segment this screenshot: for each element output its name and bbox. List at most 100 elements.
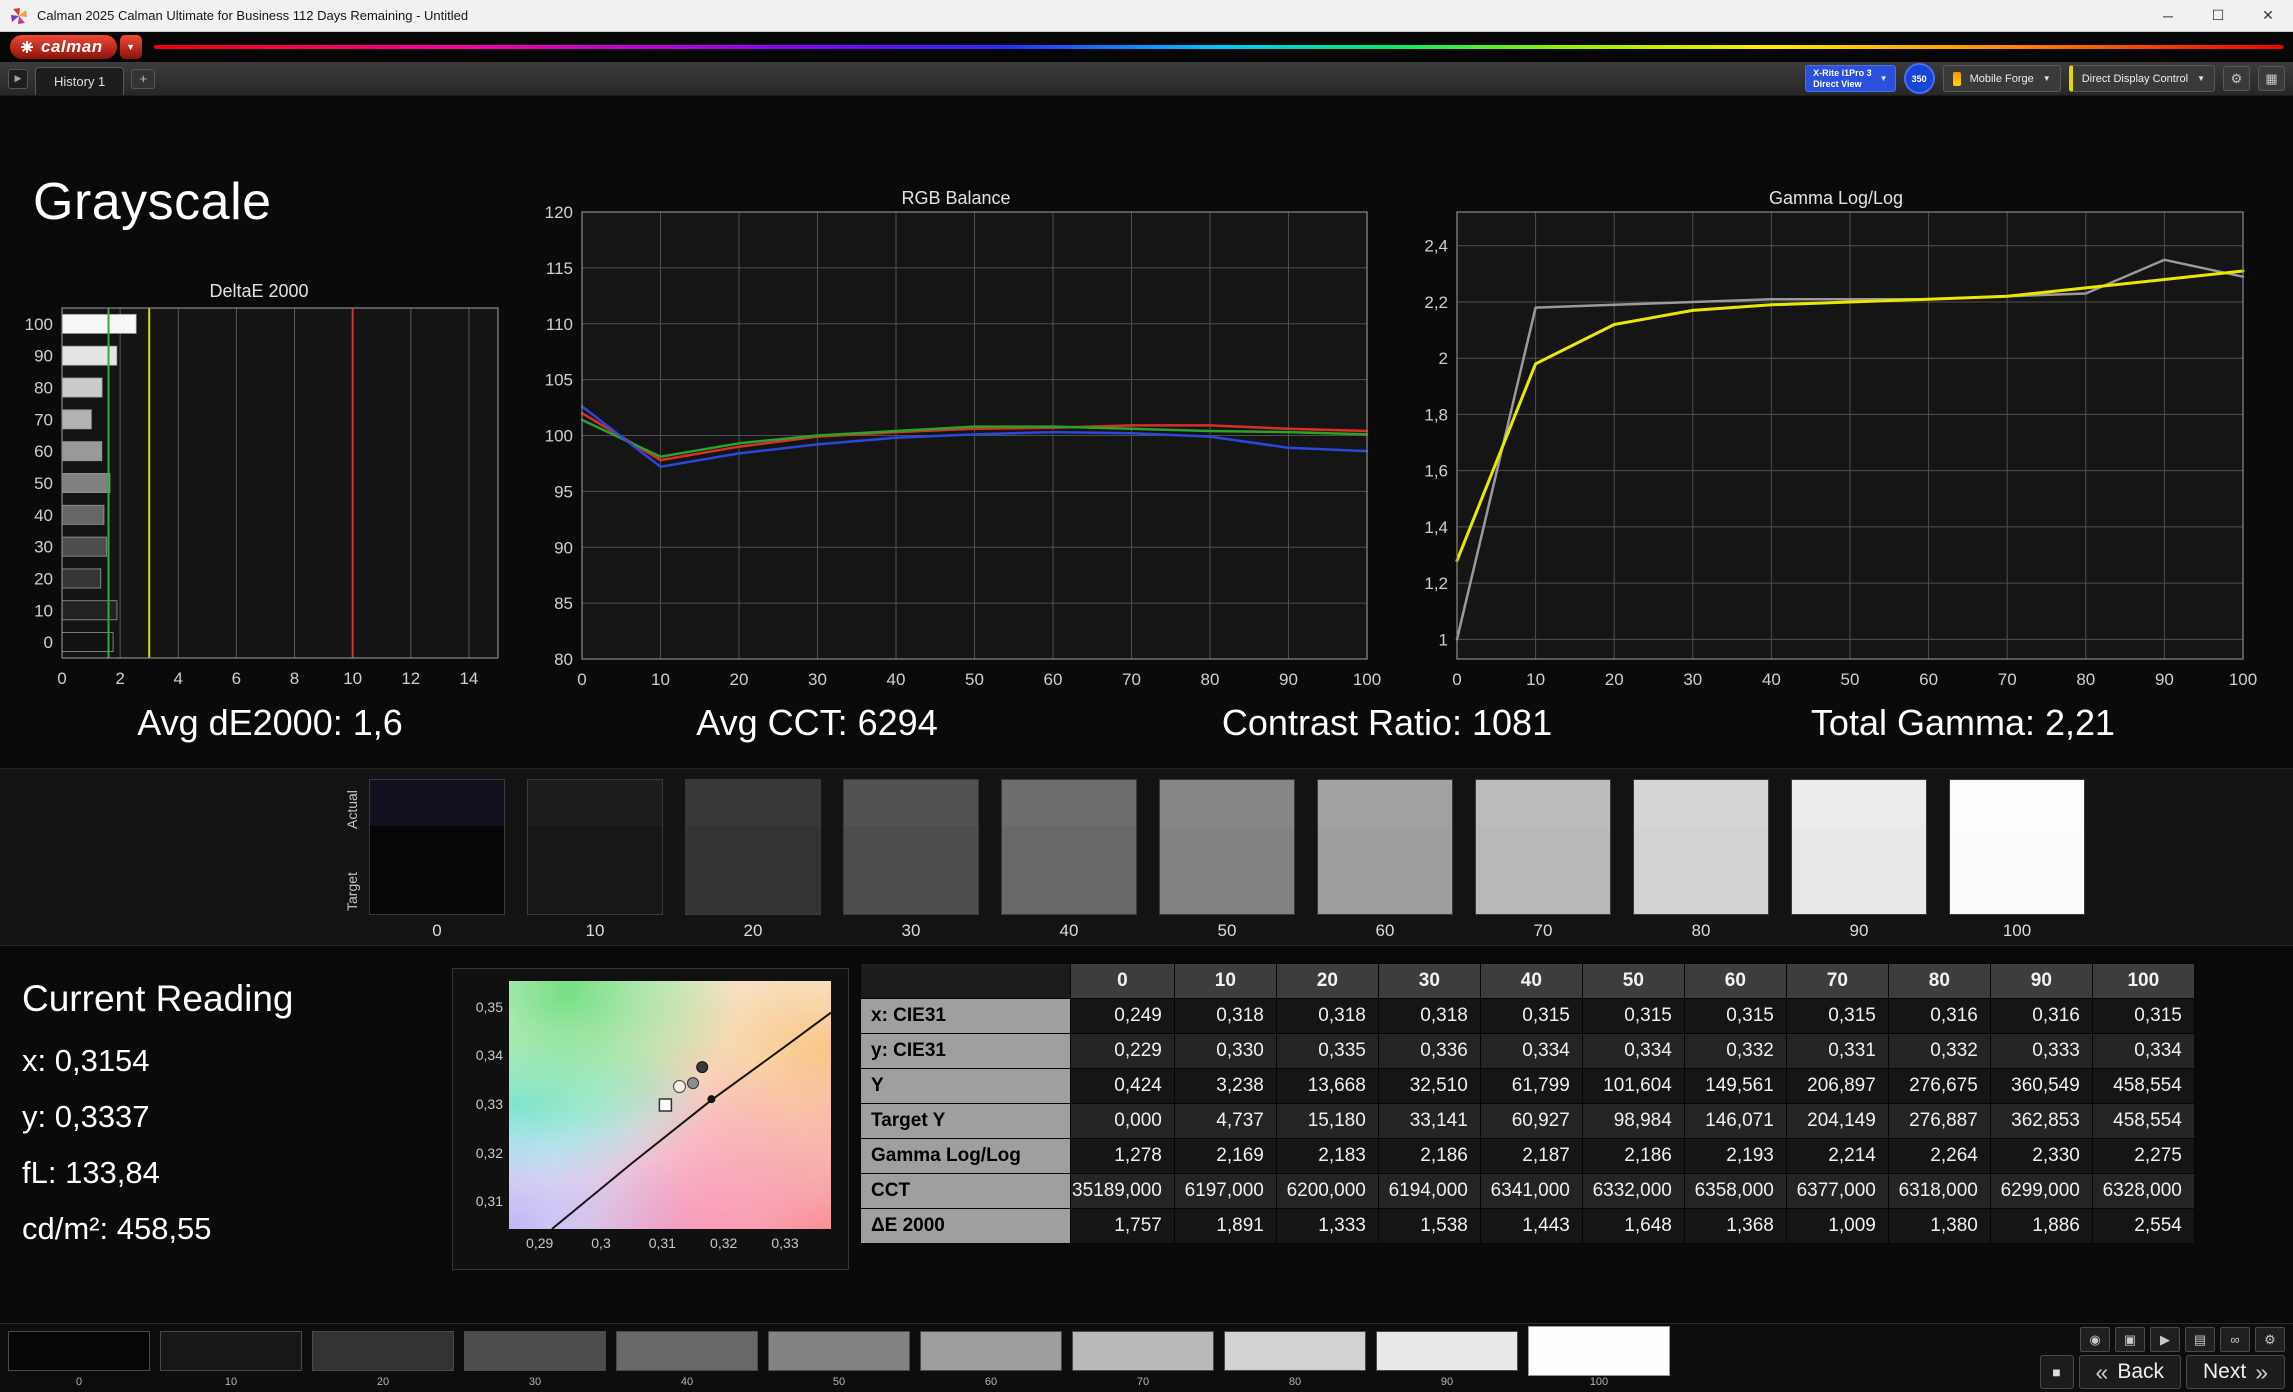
- patch-level-label: 30: [901, 921, 921, 940]
- patch-actual: [1160, 780, 1294, 826]
- table-cell: 6197,000: [1173, 1173, 1277, 1209]
- spectrum-bar: [153, 45, 2283, 49]
- svg-text:50: 50: [1841, 670, 1860, 689]
- table-col-header: 100: [2091, 963, 2195, 999]
- cie-point-circle-open: [672, 1079, 687, 1094]
- table-cell: 0,229: [1070, 1033, 1175, 1069]
- svg-text:60: 60: [1919, 670, 1938, 689]
- svg-text:6: 6: [232, 669, 241, 688]
- patch-actual: [1002, 780, 1136, 826]
- table-cell: 360,549: [1989, 1068, 2093, 1104]
- meter-status-badge[interactable]: 350: [1903, 63, 1935, 94]
- patch-level-label: 70: [1533, 921, 1553, 940]
- patch-actual: [1476, 780, 1610, 826]
- table-cell: 0,000: [1070, 1103, 1175, 1139]
- pattern-button-label: 50: [832, 1376, 846, 1388]
- svg-text:80: 80: [554, 650, 573, 669]
- pattern-button-label: 80: [1288, 1376, 1302, 1388]
- svg-text:1: 1: [1439, 630, 1448, 649]
- table-cell: 1,278: [1070, 1138, 1175, 1174]
- patch-level-label: 0: [432, 921, 442, 940]
- planckian-locus: [551, 1011, 831, 1229]
- table-cell: 0,318: [1377, 998, 1481, 1034]
- deltae-bar-100: [61, 313, 137, 334]
- cie-ytick: 0,33: [475, 1096, 503, 1112]
- reading-fl: fL: 133,84: [22, 1155, 160, 1190]
- table-cell: 458,554: [2091, 1103, 2195, 1139]
- flag-icon[interactable]: ▣: [2115, 1327, 2145, 1352]
- app-icon: [11, 7, 27, 24]
- pattern-button-40[interactable]: [616, 1331, 758, 1371]
- stat-avg-de2000: Avg dE2000: 1,6: [137, 702, 403, 743]
- next-button[interactable]: Next »: [2186, 1355, 2285, 1389]
- table-cell: 2,187: [1479, 1138, 1583, 1174]
- patch-level-label: 20: [743, 921, 763, 940]
- source-dropdown[interactable]: Mobile Forge ▼: [1942, 65, 2061, 92]
- continuous-icon[interactable]: ∞: [2220, 1327, 2250, 1352]
- pattern-button-20[interactable]: [312, 1331, 454, 1371]
- add-tab-button[interactable]: +: [131, 68, 156, 89]
- close-button[interactable]: ✕: [2243, 0, 2293, 31]
- pattern-button-10[interactable]: [160, 1331, 302, 1371]
- tab-bar: ▶ History 1 + X-Rite i1Pro 3 Direct View…: [0, 62, 2293, 96]
- pattern-button-label: 30: [528, 1376, 542, 1388]
- table-col-header: 0: [1070, 963, 1175, 999]
- minimize-button[interactable]: ─: [2143, 0, 2193, 31]
- pattern-button-0[interactable]: [8, 1331, 150, 1371]
- pattern-button-label: 20: [376, 1376, 390, 1388]
- gamma-chart: 0 10 20 30 40 50 60 70 80 90 100 1 1,2 1,4 1,6 1,8 2 2,2 2…: [1424, 211, 2257, 689]
- page-title: Grayscale: [33, 173, 272, 231]
- back-button[interactable]: « Back: [2078, 1355, 2182, 1389]
- svg-text:1,4: 1,4: [1424, 518, 1448, 537]
- table-cell: 0,331: [1785, 1033, 1889, 1069]
- table-cell: 0,336: [1377, 1033, 1481, 1069]
- table-cell: 0,330: [1173, 1033, 1277, 1069]
- maximize-button[interactable]: ☐: [2193, 0, 2243, 31]
- stop-button[interactable]: ■: [2039, 1355, 2074, 1389]
- pattern-button-100[interactable]: [1528, 1326, 1670, 1376]
- window-controls: ─ ☐ ✕: [2143, 0, 2293, 31]
- table-row-label: x: CIE31: [860, 998, 1071, 1034]
- table-col-header: 30: [1377, 963, 1481, 999]
- pattern-button-60[interactable]: [920, 1331, 1062, 1371]
- history-nav-button[interactable]: ▶: [8, 68, 28, 89]
- logo-menu-caret[interactable]: ▼: [119, 35, 142, 59]
- table-cell: 0,315: [1785, 998, 1889, 1034]
- layout-icon[interactable]: ▦: [2258, 66, 2285, 91]
- svg-text:10: 10: [1526, 670, 1545, 689]
- table-cell: 6358,000: [1683, 1173, 1787, 1209]
- patch-actual: [1950, 780, 2084, 826]
- patch-level-label: 80: [1691, 921, 1711, 940]
- svg-text:40: 40: [34, 506, 53, 525]
- calman-logo[interactable]: calman: [10, 35, 117, 59]
- table-cell: 276,675: [1887, 1068, 1991, 1104]
- table-row: ΔE 2000 1,757 1,891 1,333 1,538 1,443 1,648 1,3…: [860, 1208, 2195, 1244]
- pattern-button-80[interactable]: [1224, 1331, 1366, 1371]
- tab-history-1[interactable]: History 1: [35, 67, 125, 95]
- cie-chromaticity-chart: 0,31 0,32 0,33 0,34 0,35 0,29 0,3 0,31 0,32 0,33: [452, 968, 849, 1270]
- meter-dropdown[interactable]: X-Rite i1Pro 3 Direct View ▼: [1805, 64, 1896, 93]
- svg-text:100: 100: [25, 315, 53, 334]
- gear-icon[interactable]: ⚙: [2223, 66, 2250, 91]
- snapshot-icon[interactable]: ◉: [2080, 1327, 2110, 1352]
- meter-label: X-Rite i1Pro 3 Direct View: [1813, 68, 1872, 90]
- pattern-icon[interactable]: ▤: [2185, 1327, 2215, 1352]
- table-cell: 101,604: [1581, 1068, 1685, 1104]
- pattern-button-70[interactable]: [1072, 1331, 1214, 1371]
- table-col-header: 50: [1581, 963, 1685, 999]
- table-row-label: Y: [860, 1068, 1071, 1104]
- patch-level-label: 10: [585, 921, 605, 940]
- display-control-dropdown[interactable]: Direct Display Control ▼: [2068, 65, 2215, 92]
- grayscale-patch-40: [1001, 779, 1137, 915]
- pattern-button-30[interactable]: [464, 1331, 606, 1371]
- play-icon[interactable]: ▶: [2150, 1327, 2180, 1352]
- svg-text:100: 100: [2229, 670, 2257, 689]
- deltae-chart: 0 2 4 6 8 10 12 141009080706050403020100: [25, 307, 499, 688]
- pattern-button-50[interactable]: [768, 1331, 910, 1371]
- svg-text:50: 50: [34, 474, 53, 493]
- table-col-header: 40: [1479, 963, 1583, 999]
- settings-icon[interactable]: ⚙: [2255, 1327, 2285, 1352]
- pattern-button-90[interactable]: [1376, 1331, 1518, 1371]
- patch-target: [1318, 826, 1452, 914]
- fast-forward-icon: »: [2255, 1358, 2268, 1385]
